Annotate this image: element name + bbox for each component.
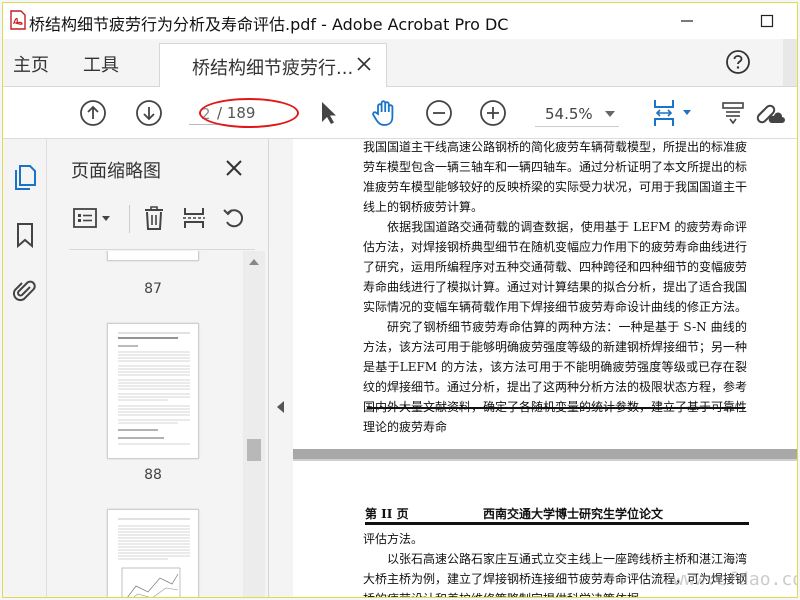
fit-page-icon — [654, 100, 691, 126]
maximize-icon — [760, 14, 774, 28]
page-thumbnail[interactable] — [107, 251, 199, 261]
menu-home[interactable]: 主页 — [13, 51, 49, 77]
options-menu-icon — [73, 208, 110, 228]
zoom-select[interactable]: 54.5% — [535, 101, 619, 127]
rotate-page-button[interactable] — [219, 203, 249, 233]
thumbnail-scrollbar[interactable] — [243, 251, 265, 597]
cursor-arrow-icon — [322, 102, 336, 124]
panel-toolbar — [67, 201, 257, 237]
minimize-button[interactable] — [667, 7, 707, 35]
fit-page-button[interactable] — [651, 97, 695, 129]
plus-circle-icon — [480, 100, 506, 126]
close-tab-button[interactable] — [356, 56, 372, 76]
chevron-left-icon — [277, 401, 284, 413]
page-gap — [293, 449, 797, 459]
page-total: / 189 — [217, 104, 256, 122]
bookmark-icon — [17, 223, 33, 249]
zoom-in-button[interactable] — [477, 97, 509, 129]
navigation-rail — [3, 139, 47, 597]
paragraph: 依据我国道路交通荷载的调查数据，使用基于 LEFM 的疲劳寿命评估方法，对焊接钢… — [363, 220, 748, 314]
close-panel-button[interactable] — [225, 159, 243, 181]
paperclip-icon — [13, 280, 36, 302]
hand-tool-button[interactable] — [369, 97, 401, 129]
collapse-panel-button[interactable] — [269, 139, 293, 597]
menu-tools[interactable]: 工具 — [83, 51, 119, 77]
minus-circle-icon — [426, 100, 452, 126]
menu-scrollbar[interactable] — [783, 39, 797, 86]
thumbnail-label: 88 — [144, 467, 162, 483]
chevron-up-icon — [249, 259, 259, 265]
page-header-number: 第 II 页 — [365, 507, 409, 521]
thumbnail-options-button[interactable] — [71, 203, 117, 233]
prev-page-button[interactable] — [77, 97, 109, 129]
rotate-icon — [223, 209, 244, 228]
pages-icon — [15, 165, 36, 190]
paragraph: 我国国道主干线高速公路钢桥的简化疲劳车辆荷载模型，所提出的标准疲劳车模型包含一辆… — [363, 140, 748, 214]
help-button[interactable] — [725, 49, 751, 79]
document-view[interactable]: 我国国道主干线高速公路钢桥的简化疲劳车辆荷载模型，所提出的标准疲劳车模型包含一辆… — [293, 139, 797, 597]
page-1-body: 我国国道主干线高速公路钢桥的简化疲劳车辆荷载模型，所提出的标准疲劳车模型包含一辆… — [363, 139, 747, 437]
panel-title: 页面缩略图 — [71, 161, 161, 182]
page-header-title: 西南交通大学博士研究生学位论文 — [483, 507, 664, 521]
minimize-icon — [681, 20, 693, 22]
close-icon — [357, 57, 371, 71]
zoom-value: 54.5% — [545, 105, 593, 123]
thumbnails-panel: 页面缩略图 87 88 — [47, 139, 269, 597]
select-tool-button[interactable] — [313, 97, 345, 129]
watermark: www.cfdao.com — [673, 569, 797, 590]
thumbnail-label: 87 — [144, 281, 162, 297]
header-rule — [365, 522, 749, 525]
acrobat-window: 桥结构细节疲劳行为分析及寿命评估.pdf - Adobe Acrobat Pro… — [2, 2, 798, 598]
hand-icon — [372, 100, 394, 126]
paragraph: 评估方法。 — [363, 532, 424, 546]
page-thumbnails-button[interactable] — [11, 163, 39, 191]
extract-page-button[interactable] — [179, 203, 209, 233]
document-tab[interactable]: 桥结构细节疲劳行... — [159, 43, 387, 87]
delete-page-button[interactable] — [139, 203, 169, 233]
acrobat-pdf-icon — [7, 9, 29, 31]
page-number-input[interactable] — [189, 103, 217, 125]
comment-tool-button[interactable] — [717, 97, 749, 129]
bookmarks-button[interactable] — [11, 221, 39, 249]
document-tab-label: 桥结构细节疲劳行... — [192, 58, 354, 79]
page-navigator: / 189 — [189, 101, 277, 127]
toolbar: / 189 54.5% — [3, 87, 797, 139]
maximize-button[interactable] — [747, 7, 787, 35]
page-thumbnail[interactable] — [107, 509, 199, 597]
help-icon — [726, 50, 750, 74]
page-split-icon — [183, 208, 205, 228]
menu-bar: 主页 工具 桥结构细节疲劳行... — [3, 39, 797, 87]
close-icon — [226, 160, 242, 176]
scrollbar-thumb[interactable] — [247, 439, 261, 461]
underline-annotation — [367, 407, 745, 409]
paragraph: 研究了钢桥细节疲劳寿命估算的两种方法：一种是基于 S-N 曲线的方法，该方法可用… — [363, 320, 748, 434]
title-bar: 桥结构细节疲劳行为分析及寿命评估.pdf - Adobe Acrobat Pro… — [3, 3, 797, 39]
page-thumbnail[interactable] — [107, 323, 199, 459]
arrow-up-circle-icon — [80, 100, 106, 126]
trash-icon — [145, 206, 163, 230]
comment-tool-icon — [722, 102, 744, 125]
window-title: 桥结构细节疲劳行为分析及寿命评估.pdf - Adobe Acrobat Pro… — [29, 15, 509, 34]
link-cloud-icon — [756, 104, 785, 124]
chevron-down-icon — [605, 111, 615, 117]
attachments-button[interactable] — [11, 277, 39, 305]
thumbnail-list: 87 88 — [47, 251, 247, 597]
next-page-button[interactable] — [133, 97, 165, 129]
arrow-down-circle-icon — [136, 100, 162, 126]
share-link-button[interactable] — [753, 97, 785, 129]
zoom-out-button[interactable] — [423, 97, 455, 129]
